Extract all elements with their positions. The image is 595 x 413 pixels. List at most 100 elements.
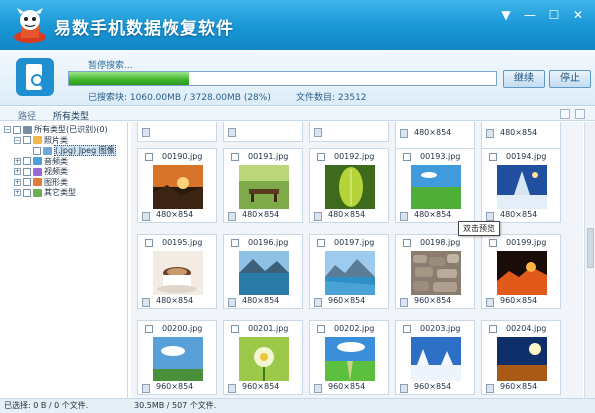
scanned-blocks-text: 已搜索块: 1060.00MB / 3728.00MB (28%) [88, 93, 271, 103]
file-checkbox[interactable] [231, 239, 239, 247]
image-thumbnail[interactable] [497, 337, 547, 381]
image-thumbnail[interactable] [325, 251, 375, 295]
file-type-icon [400, 384, 408, 393]
tree-expander-icon[interactable]: + [14, 168, 21, 175]
file-card[interactable]: 00202.jpg 960×854 [309, 320, 389, 395]
file-card[interactable]: 00192.jpg 480×854 [309, 148, 389, 223]
file-card[interactable]: 00194.jpg 480×854 [481, 148, 561, 223]
tree-expander-icon[interactable]: + [14, 178, 21, 186]
file-card[interactable]: 00200.jpg 960×854 [137, 320, 217, 395]
image-thumbnail[interactable] [153, 165, 203, 209]
image-thumbnail[interactable] [411, 337, 461, 381]
file-card[interactable]: 00191.jpg 480×854 [223, 148, 303, 223]
file-card-partial[interactable] [137, 122, 217, 142]
image-thumbnail[interactable] [239, 337, 289, 381]
file-card[interactable]: 00201.jpg 960×854 [223, 320, 303, 395]
skin-icon[interactable]: ▼ [496, 7, 516, 23]
tab-all-types[interactable]: 所有类型 [53, 109, 89, 122]
file-card[interactable]: 00203.jpg 960×854 [395, 320, 475, 395]
file-checkbox[interactable] [145, 325, 153, 333]
file-checkbox[interactable] [231, 153, 239, 161]
image-thumbnail[interactable] [153, 337, 203, 381]
tree-checkbox[interactable] [23, 157, 31, 165]
image-thumbnail[interactable] [497, 165, 547, 209]
list-view-icon[interactable] [575, 109, 585, 119]
tree-checkbox[interactable] [33, 146, 41, 155]
tree-item[interactable]: + 其它类型 [14, 187, 76, 198]
file-card-partial[interactable] [223, 122, 303, 142]
image-thumbnail[interactable] [153, 251, 203, 295]
tab-path[interactable]: 路径 [18, 109, 36, 122]
file-checkbox[interactable] [145, 239, 153, 247]
maximize-button[interactable]: ☐ [544, 7, 564, 23]
vertical-scrollbar[interactable] [584, 122, 595, 398]
tree-expander-icon[interactable]: − [4, 126, 11, 133]
file-checkbox[interactable] [317, 239, 325, 247]
file-name: 00201.jpg [248, 324, 289, 333]
type-tree: − 所有类型(已识别)(0) − 照片类 (.jpg) Jpeg 图像 + 音频类 + 视频类 +… [0, 122, 128, 398]
tree-item[interactable]: − 照片类 [14, 135, 68, 146]
tree-expander-icon[interactable]: − [14, 136, 21, 144]
file-card[interactable]: 00195.jpg 480×854 [137, 234, 217, 309]
tree-item-label: 照片类 [44, 135, 68, 145]
tree-item[interactable]: + 音频类 [14, 156, 68, 167]
folder-icon [33, 167, 42, 176]
file-card[interactable]: 00196.jpg 480×854 [223, 234, 303, 309]
image-thumbnail[interactable] [411, 251, 461, 295]
file-checkbox[interactable] [489, 325, 497, 333]
file-checkbox[interactable] [403, 153, 411, 161]
image-dimensions: 480×854 [156, 210, 194, 219]
file-card[interactable]: 00199.jpg 960×854 [481, 234, 561, 309]
tree-item[interactable]: − 所有类型(已识别)(0) [4, 124, 108, 135]
file-card-partial[interactable] [309, 122, 389, 142]
file-checkbox[interactable] [145, 153, 153, 161]
file-name: 00204.jpg [506, 324, 547, 333]
file-checkbox[interactable] [403, 239, 411, 247]
thumbnail-view-icon[interactable] [560, 109, 570, 119]
file-grid: 480×854 480×854 00190.jpg 480×854 00191.jpg 4… [131, 122, 583, 398]
file-checkbox[interactable] [317, 325, 325, 333]
scan-state-label: 暂停搜索... [88, 61, 133, 71]
image-dimensions: 960×854 [242, 382, 280, 391]
tree-item[interactable]: + 图形类 [14, 177, 68, 188]
tree-checkbox[interactable] [23, 178, 31, 186]
tree-item[interactable]: (.jpg) Jpeg 图像 [24, 145, 116, 156]
scrollbar-thumb[interactable] [587, 228, 594, 268]
continue-button[interactable]: 继续 [503, 70, 545, 88]
file-card[interactable]: 00190.jpg 480×854 [137, 148, 217, 223]
file-checkbox[interactable] [489, 153, 497, 161]
image-thumbnail[interactable] [239, 165, 289, 209]
file-checkbox[interactable] [489, 239, 497, 247]
tree-expander-icon[interactable]: + [14, 189, 21, 196]
image-thumbnail[interactable] [325, 337, 375, 381]
tree-checkbox[interactable] [23, 136, 31, 144]
file-name: 00199.jpg [506, 238, 547, 247]
image-dimensions: 960×854 [156, 382, 194, 391]
file-card[interactable]: 00197.jpg 960×854 [309, 234, 389, 309]
stop-button[interactable]: 停止 [549, 70, 591, 88]
tree-item[interactable]: + 视频类 [14, 166, 68, 177]
file-checkbox[interactable] [317, 153, 325, 161]
minimize-button[interactable]: — [520, 7, 540, 23]
image-dimensions: 480×854 [242, 210, 280, 219]
file-card[interactable]: 00198.jpg 960×854 [395, 234, 475, 309]
file-card[interactable]: 00204.jpg 960×854 [481, 320, 561, 395]
image-dimensions: 960×854 [500, 296, 538, 305]
file-card-partial[interactable]: 480×854 [395, 122, 475, 150]
file-name: 00200.jpg [162, 324, 203, 333]
file-count-text: 文件数目: 23512 [296, 93, 367, 103]
tree-checkbox[interactable] [13, 125, 21, 134]
tree-checkbox[interactable] [23, 167, 31, 176]
image-thumbnail[interactable] [239, 251, 289, 295]
tree-expander-icon[interactable]: + [14, 157, 21, 165]
file-checkbox[interactable] [403, 325, 411, 333]
file-checkbox[interactable] [231, 325, 239, 333]
tree-checkbox[interactable] [23, 188, 31, 197]
file-card[interactable]: 00193.jpg 480×854 [395, 148, 475, 223]
image-thumbnail[interactable] [325, 165, 375, 209]
image-thumbnail[interactable] [497, 251, 547, 295]
status-bar: 已选择: 0 B / 0 个文件. 30.5MB / 507 个文件. [0, 398, 595, 413]
image-thumbnail[interactable] [411, 165, 461, 209]
close-button[interactable]: ✕ [568, 7, 588, 23]
file-card-partial[interactable]: 480×854 [481, 122, 561, 150]
